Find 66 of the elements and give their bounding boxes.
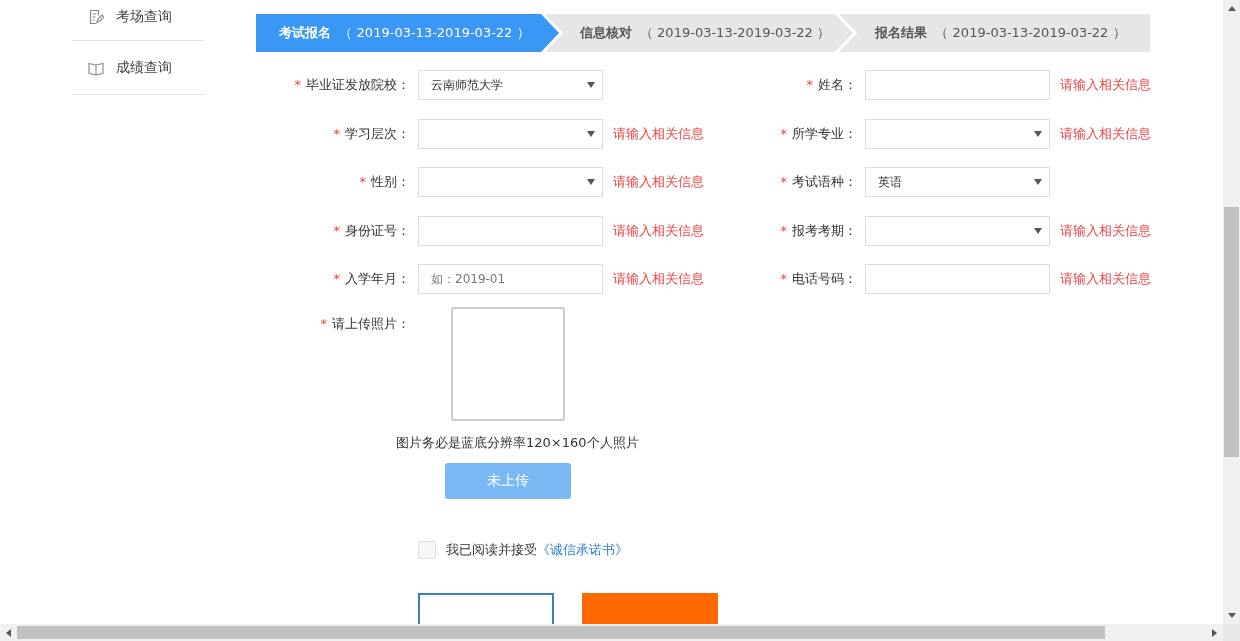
error-message: 请输入相关信息: [613, 221, 704, 240]
step-tab[interactable]: 信息核对 （ 2019-03-13-2019-03-22 ）: [545, 14, 853, 52]
error-message: 请输入相关信息: [1060, 270, 1151, 288]
error-message: 请输入相关信息: [613, 124, 704, 143]
vertical-scrollbar[interactable]: [1223, 0, 1240, 624]
secondary-button[interactable]: [418, 592, 554, 624]
field-label: 身份证号：: [345, 222, 410, 238]
dropdown-field[interactable]: 云南师范大学: [418, 70, 603, 100]
caret-icon: [1034, 130, 1042, 137]
input-field[interactable]: [865, 70, 1050, 100]
field-label: 电话号码：: [792, 271, 857, 286]
field-label: 姓名：: [818, 77, 857, 92]
required-mark: *: [333, 125, 340, 141]
required-mark: *: [780, 271, 787, 286]
error-message: 请输入相关信息: [1060, 124, 1151, 143]
scroll-up-icon[interactable]: [1227, 6, 1236, 11]
required-mark: *: [780, 174, 787, 189]
scroll-down-icon[interactable]: [1227, 613, 1236, 618]
field-label: 考试语种：: [792, 174, 857, 189]
caret-icon: [587, 179, 595, 185]
primary-button[interactable]: [582, 592, 718, 624]
scroll-thumb[interactable]: [17, 626, 1105, 639]
caret-icon: [587, 130, 595, 137]
required-mark: *: [294, 77, 301, 92]
caret-icon: [587, 82, 595, 88]
checkbox[interactable]: [418, 540, 436, 559]
photo-hint: 图片务必是蓝底分辨率120×160个人照片: [396, 433, 640, 452]
dropdown-field[interactable]: [865, 215, 1050, 246]
field-label: 所学专业：: [792, 125, 857, 141]
required-mark: *: [806, 77, 813, 92]
field-label: 请上传照片：: [332, 315, 410, 331]
required-mark: *: [333, 271, 340, 286]
caret-icon: [1034, 227, 1042, 234]
required-mark: *: [320, 315, 327, 331]
dropdown-field[interactable]: [865, 118, 1050, 149]
field-label: 学习层次：: [345, 125, 410, 141]
dropdown-field[interactable]: [418, 167, 603, 197]
field-label: 报考考期：: [792, 222, 857, 238]
required-mark: *: [359, 174, 366, 189]
input-field[interactable]: 如：2019-01: [418, 264, 603, 294]
scroll-left-icon[interactable]: [6, 628, 11, 637]
dropdown-field[interactable]: 英语: [865, 167, 1050, 197]
required-mark: *: [780, 125, 787, 141]
scroll-right-icon[interactable]: [1212, 628, 1217, 637]
field-label: 性别：: [371, 174, 410, 189]
error-message: 请输入相关信息: [1060, 76, 1151, 94]
sidebar-item[interactable]: 成绩查询: [72, 41, 204, 95]
note-pencil-icon: [88, 9, 104, 25]
caret-icon: [1034, 179, 1042, 185]
dropdown-field[interactable]: [418, 118, 603, 149]
required-mark: *: [780, 222, 787, 238]
required-mark: *: [333, 222, 340, 238]
input-field[interactable]: [418, 215, 603, 246]
step-tab[interactable]: 报名结果 （ 2019-03-13-2019-03-22 ）: [839, 14, 1150, 52]
field-label: 入学年月：: [345, 271, 410, 286]
error-message: 请输入相关信息: [1060, 221, 1151, 240]
error-message: 请输入相关信息: [613, 270, 704, 288]
agreement-text: 我已阅读并接受: [446, 540, 537, 559]
field-label: 毕业证发放院校：: [306, 77, 410, 92]
horizontal-scrollbar[interactable]: [0, 624, 1240, 641]
sidebar-item[interactable]: 考场查询: [72, 0, 204, 41]
error-message: 请输入相关信息: [613, 173, 704, 191]
agreement-link[interactable]: 《诚信承诺书》: [537, 540, 628, 559]
scroll-thumb[interactable]: [1224, 207, 1239, 457]
input-field[interactable]: [865, 264, 1050, 294]
photo-frame[interactable]: [451, 306, 565, 421]
